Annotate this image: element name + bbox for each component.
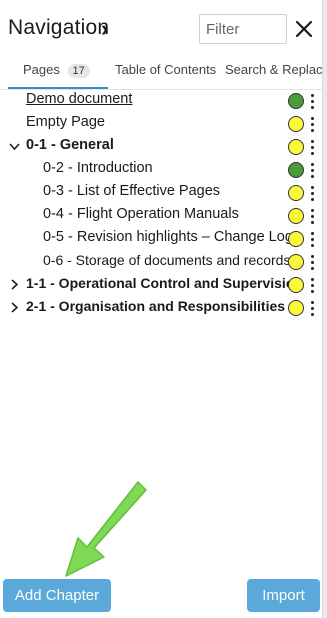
scrollbar-track[interactable] [323, 0, 327, 618]
tab-search-replace[interactable]: Search & Replace [225, 62, 327, 77]
more-options-icon[interactable] [308, 230, 316, 248]
status-dot-icon [288, 162, 304, 178]
status-dot-icon [288, 277, 304, 293]
tree-item-2-1-organisation[interactable]: 2-1 - Organisation and Responsibilities [0, 297, 323, 320]
tree-item-label: 0-6 - Storage of documents and records [43, 252, 291, 268]
tree-item-label: 0-5 - Revision highlights – Change Log [43, 229, 293, 245]
tree-item-empty-page[interactable]: Empty Page [0, 113, 323, 136]
status-dot-icon [288, 185, 304, 201]
tree-item-label: 2-1 - Organisation and Responsibilities [26, 298, 286, 314]
tab-pages[interactable]: Pages 17 [23, 62, 90, 78]
tree-item-0-6-storage-of-documents[interactable]: 0-6 - Storage of documents and records [0, 251, 323, 274]
chevron-right-icon[interactable] [10, 279, 19, 290]
tree-item-label: 0-3 - List of Effective Pages [43, 183, 221, 199]
more-options-icon[interactable] [308, 92, 316, 110]
status-dot-icon [288, 231, 304, 247]
status-dot-icon [288, 300, 304, 316]
tree-item-0-3-effective-pages[interactable]: 0-3 - List of Effective Pages [0, 182, 323, 205]
tree-item-1-1-operational-control[interactable]: 1-1 - Operational Control and Supervisio… [0, 274, 323, 297]
more-options-icon[interactable] [308, 115, 316, 133]
tab-pages-count-badge: 17 [67, 64, 90, 78]
active-tab-indicator [8, 87, 108, 89]
tree-item-0-4-flight-operation-manuals[interactable]: 0-4 - Flight Operation Manuals [0, 205, 323, 228]
tree-item-0-1-general[interactable]: 0-1 - General [0, 136, 323, 159]
tab-bar: Pages 17 Table of Contents Search & Repl… [0, 58, 327, 90]
tree-item-demo-document[interactable]: Demo document [0, 90, 323, 113]
close-button[interactable] [292, 16, 316, 42]
tree-item-label[interactable]: Demo document [26, 91, 132, 107]
panel-header: Navigation › [0, 0, 323, 58]
tab-table-of-contents[interactable]: Table of Contents [115, 62, 216, 77]
more-options-icon[interactable] [308, 253, 316, 271]
tree-item-label: Empty Page [26, 114, 105, 130]
more-options-icon[interactable] [308, 276, 316, 294]
status-dot-icon [288, 139, 304, 155]
tree-item-label: 0-2 - Introduction [43, 160, 153, 176]
more-options-icon[interactable] [308, 207, 316, 225]
more-options-icon[interactable] [308, 161, 316, 179]
more-options-icon[interactable] [308, 299, 316, 317]
tree-item-label: 0-4 - Flight Operation Manuals [43, 206, 239, 222]
tree-item-label: 1-1 - Operational Control and Supervisio… [26, 275, 303, 291]
tree-item-0-2-introduction[interactable]: 0-2 - Introduction [0, 159, 323, 182]
more-options-icon[interactable] [308, 184, 316, 202]
tree-item-label: 0-1 - General [26, 137, 114, 153]
more-options-icon[interactable] [308, 138, 316, 156]
tab-pages-label: Pages [23, 62, 60, 77]
status-dot-icon [288, 208, 304, 224]
arrow-annotation-icon [65, 481, 147, 577]
chevron-down-icon[interactable] [9, 142, 20, 151]
status-dot-icon [288, 116, 304, 132]
import-button[interactable]: Import [247, 579, 320, 612]
chevron-right-icon[interactable] [10, 302, 19, 313]
close-icon [295, 20, 313, 38]
status-dot-icon [288, 93, 304, 109]
chevron-right-icon[interactable]: › [101, 18, 108, 40]
filter-input[interactable] [199, 14, 287, 44]
add-chapter-button[interactable]: Add Chapter [3, 579, 111, 612]
panel-title: Navigation [8, 16, 110, 39]
status-dot-icon [288, 254, 304, 270]
navigation-panel: Navigation › Pages 17 Table of Contents … [0, 0, 327, 618]
tree-item-0-5-revision-highlights[interactable]: 0-5 - Revision highlights – Change Log [0, 228, 323, 251]
